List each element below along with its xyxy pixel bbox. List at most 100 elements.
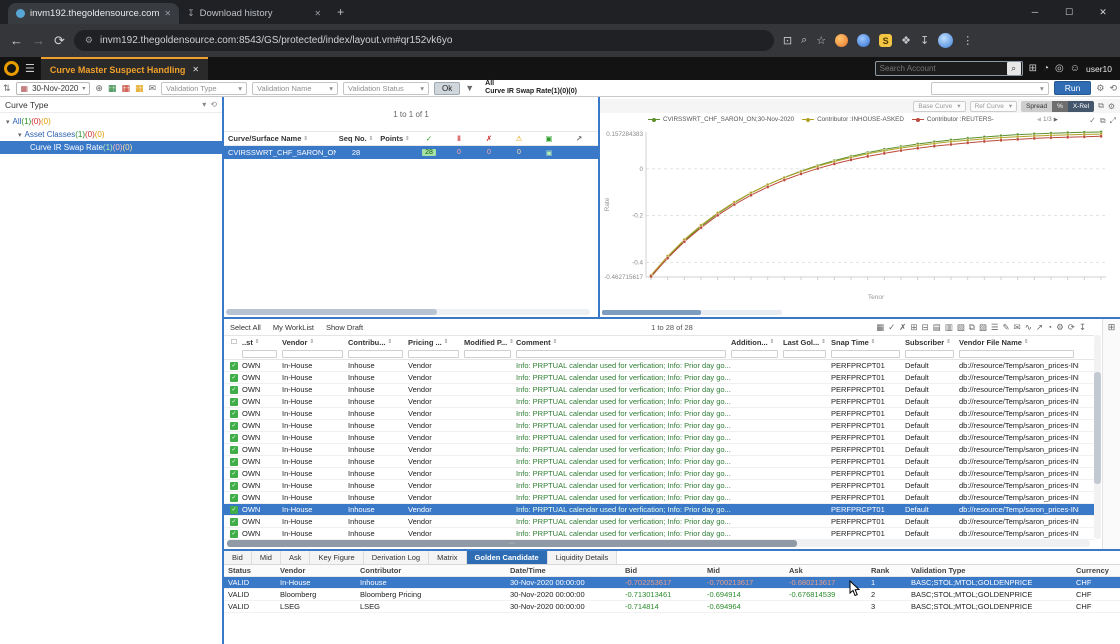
- row-checkbox[interactable]: ✓: [226, 505, 242, 514]
- export-excel-icon[interactable]: ▥: [945, 322, 953, 333]
- column-header-contributor[interactable]: Contributor: [360, 566, 510, 575]
- golden-candidate-row[interactable]: VALID LSEG LSEG 30-Nov-2020 00:00:00 -0.7148…: [224, 601, 1120, 613]
- show-draft-link[interactable]: Show Draft: [326, 323, 363, 332]
- row-checkbox[interactable]: ✓: [226, 457, 242, 466]
- column-header-last-gol[interactable]: Last Gol... ⇕: [783, 338, 831, 347]
- minimize-button[interactable]: ─: [1018, 0, 1052, 24]
- column-header-vendor[interactable]: Vendor ⇕: [282, 338, 348, 347]
- table-row[interactable]: ✓ OWN In-House Inhouse Vendor Info: PRPTUAL c…: [224, 432, 1094, 444]
- suspect-pause-icon[interactable]: ‖: [444, 134, 474, 143]
- chart-icon[interactable]: ↗: [1036, 322, 1043, 333]
- row-checkbox[interactable]: ✓: [226, 481, 242, 490]
- business-date-picker[interactable]: ▦ 30-Nov-2020 ▾: [15, 81, 91, 95]
- percent-button[interactable]: %: [1052, 100, 1068, 112]
- copy-icon[interactable]: ⧉: [969, 322, 975, 333]
- curve-hscrollbar[interactable]: [226, 309, 590, 315]
- row-checkbox[interactable]: ✓: [226, 445, 242, 454]
- tab-golden-candidate[interactable]: Golden Candidate: [466, 551, 548, 564]
- forward-button[interactable]: →: [32, 33, 45, 48]
- tab-matrix[interactable]: Matrix: [429, 551, 467, 564]
- table-row[interactable]: ✓ OWN In-House Inhouse Vendor Info: PRPTUAL c…: [224, 396, 1094, 408]
- search-icon[interactable]: ⌕: [1006, 62, 1021, 75]
- column-header-status[interactable]: Status: [228, 566, 280, 575]
- prev-page-icon[interactable]: ◀: [1037, 117, 1041, 123]
- thumbs-up-icon[interactable]: ✓: [888, 322, 895, 333]
- history-icon[interactable]: ◔: [1047, 322, 1052, 333]
- column-header-ask[interactable]: Ask: [789, 566, 871, 575]
- curve-type-header[interactable]: Curve Type ▾ ⟲: [0, 97, 222, 113]
- tab-ask[interactable]: Ask: [280, 551, 311, 564]
- help-icon[interactable]: ◎: [1055, 63, 1064, 74]
- grid-vscrollbar[interactable]: [1094, 335, 1101, 539]
- validation-name-select[interactable]: Validation Name ▾: [252, 81, 339, 95]
- row-checkbox[interactable]: ✓: [226, 397, 242, 406]
- remove-column-icon[interactable]: ⊟: [922, 322, 929, 333]
- calendar-icon[interactable]: ▦: [876, 322, 884, 333]
- ok-button[interactable]: Ok: [434, 81, 461, 95]
- search-account-input[interactable]: [875, 64, 1007, 73]
- column-header-curve-surface-name[interactable]: Curve/Surface Name ⇕: [224, 134, 336, 143]
- filter-input-last-gol[interactable]: [783, 349, 826, 358]
- app-menu-icon[interactable]: ☰: [25, 62, 35, 75]
- column-header-addition[interactable]: Addition... ⇕: [731, 338, 783, 347]
- tab-bid[interactable]: Bid: [224, 551, 252, 564]
- profile-avatar[interactable]: [938, 33, 954, 48]
- address-bar[interactable]: ⚙ invm192.thegoldensource.com:8543/GS/pr…: [73, 30, 774, 51]
- table-row[interactable]: ✓ OWN In-House Inhouse Vendor Info: PRPTUAL c…: [224, 528, 1094, 540]
- column-header-currency[interactable]: Currency: [1076, 566, 1118, 575]
- filter-input-pricing[interactable]: [408, 349, 459, 358]
- column-header-bid[interactable]: Bid: [625, 566, 707, 575]
- row-checkbox[interactable]: ✓: [226, 385, 242, 394]
- row-checkbox[interactable]: ✓: [226, 469, 242, 478]
- approve-icon[interactable]: ✓: [1089, 116, 1096, 126]
- export-csv-icon[interactable]: ▧: [957, 322, 965, 333]
- filter-input-st[interactable]: [242, 349, 277, 358]
- filter-input-vendor[interactable]: [282, 349, 343, 358]
- curve-row[interactable]: CVIRSSWRT_CHF_SARON_ON 28 28 0 0 0 ▣: [224, 146, 598, 159]
- extension-blue-icon[interactable]: [857, 34, 871, 47]
- filter-input-addition[interactable]: [731, 349, 778, 358]
- failed-cross-icon[interactable]: ✗: [474, 134, 504, 143]
- table-row[interactable]: ✓ OWN In-House Inhouse Vendor Info: PRPTUAL c…: [224, 504, 1094, 516]
- browser-tab-active[interactable]: invm192.thegoldensource.com ✕: [8, 3, 180, 24]
- browser-menu-icon[interactable]: ⋮: [962, 34, 973, 47]
- row-checkbox[interactable]: ✓: [226, 493, 242, 502]
- column-header-st[interactable]: ..st ⇕: [242, 338, 282, 347]
- xrel-button[interactable]: X-Rel: [1067, 100, 1095, 112]
- table-row[interactable]: ✓ OWN In-House Inhouse Vendor Info: PRPTUAL c…: [224, 420, 1094, 432]
- tab-liquidity-details[interactable]: Liquidity Details: [547, 551, 618, 564]
- row-checkbox[interactable]: ✓: [226, 373, 242, 382]
- maximize-button[interactable]: ☐: [1052, 0, 1086, 24]
- thumbs-down-icon[interactable]: ✗: [899, 322, 906, 333]
- tab-curve-master-suspect-handling[interactable]: Curve Master Suspect Handling ✕: [40, 57, 209, 80]
- tab-derivation-log[interactable]: Derivation Log: [363, 551, 430, 564]
- table-row[interactable]: ✓ OWN In-House Inhouse Vendor Info: PRPTUAL c…: [224, 480, 1094, 492]
- column-header-vendor[interactable]: Vendor: [280, 566, 360, 575]
- chart-settings-icon[interactable]: ⚙: [1108, 102, 1115, 111]
- column-header-pricing[interactable]: Pricing ... ⇕: [408, 338, 464, 347]
- csv-export-icon[interactable]: ▦: [135, 83, 144, 94]
- action-select[interactable]: ▾: [930, 81, 1049, 95]
- column-header-contribu[interactable]: Contribu... ⇕: [348, 338, 408, 347]
- refresh-icon[interactable]: ⟳: [1068, 322, 1075, 333]
- column-header-mid[interactable]: Mid: [707, 566, 789, 575]
- grid-hscrollbar[interactable]: ⋯: [227, 540, 1090, 547]
- new-tab-button[interactable]: +: [337, 5, 344, 19]
- maximize-chart-icon[interactable]: ⤢: [1110, 116, 1116, 126]
- cast-icon[interactable]: ⊡: [783, 34, 792, 47]
- close-button[interactable]: ✕: [1086, 0, 1120, 24]
- golden-candidate-row[interactable]: VALID Bloomberg Bloomberg Pricing 30-Nov-20…: [224, 589, 1120, 601]
- table-row[interactable]: ✓ OWN In-House Inhouse Vendor Info: PRPTUAL c…: [224, 468, 1094, 480]
- panel-toggle-icon[interactable]: ⊞: [1108, 322, 1116, 333]
- my-worklist-link[interactable]: My WorkList: [273, 323, 314, 332]
- row-checkbox[interactable]: ✓: [226, 409, 242, 418]
- column-header-date-time[interactable]: Date/Time: [510, 566, 625, 575]
- spread-button[interactable]: Spread: [1021, 100, 1053, 112]
- browser-tab-downloads[interactable]: ↧ Download history ✕: [179, 3, 329, 24]
- tab-key-figure[interactable]: Key Figure: [310, 551, 364, 564]
- account-search[interactable]: ⌕: [874, 61, 1023, 76]
- trend-icon[interactable]: ↗: [564, 134, 594, 143]
- attach-icon[interactable]: ✉: [1014, 322, 1021, 333]
- table-row[interactable]: ✓ OWN In-House Inhouse Vendor Info: PRPTUAL c…: [224, 360, 1094, 372]
- user-icon[interactable]: ☺: [1070, 63, 1080, 74]
